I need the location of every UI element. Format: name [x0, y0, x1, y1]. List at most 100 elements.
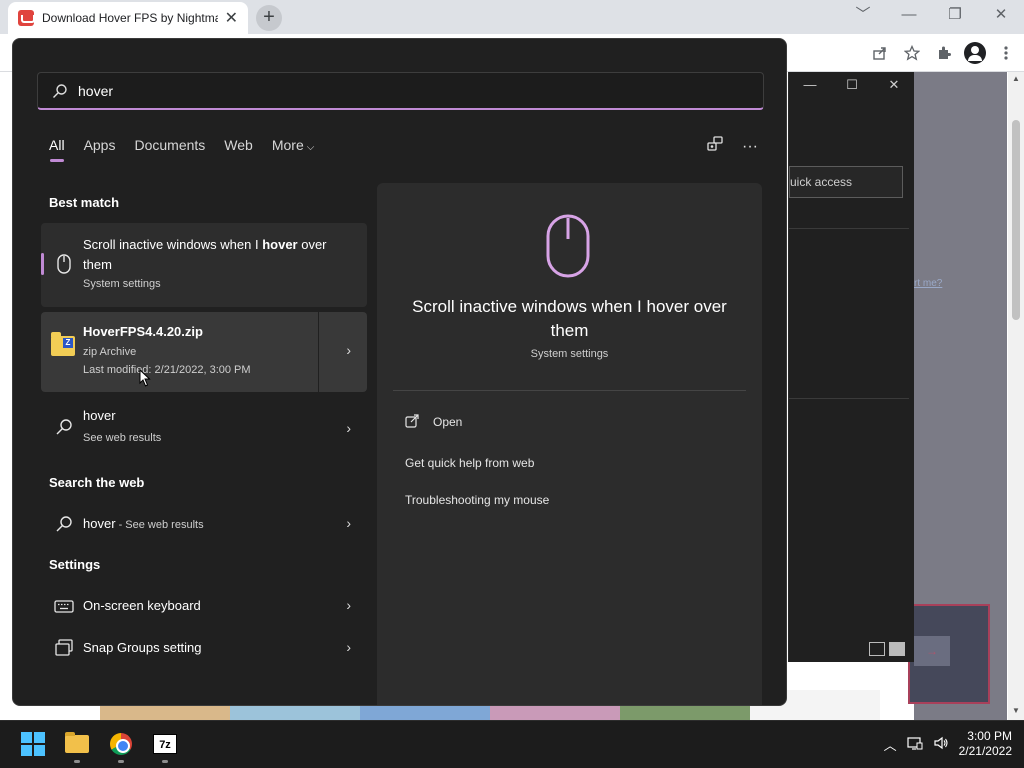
keyboard-result-title: On-screen keyboard — [83, 598, 201, 613]
extensions-icon[interactable] — [932, 41, 956, 65]
snap-groups-icon — [55, 639, 73, 656]
on-screen-keyboard-result[interactable]: On-screen keyboard › — [41, 587, 367, 625]
chevron-right-icon[interactable]: › — [346, 639, 351, 655]
search-flyout: All Apps Documents Web More⌵ ··· Best ma… — [12, 38, 787, 706]
share-screen-icon[interactable] — [706, 135, 724, 158]
keyboard-icon — [54, 600, 74, 613]
browser-window-controls: ﹀ — ❐ ✕ — [840, 0, 1024, 32]
tab-apps[interactable]: Apps — [84, 137, 116, 153]
close-icon[interactable]: ✕ — [873, 72, 915, 100]
scrollbar-thumb[interactable] — [1012, 120, 1020, 320]
zip-file-modified: Last modified: 2/21/2022, 3:00 PM — [83, 364, 251, 376]
more-options-icon[interactable]: ··· — [742, 138, 758, 156]
tab-documents[interactable]: Documents — [134, 137, 205, 153]
file-explorer-window: — ☐ ✕ uick access — [788, 72, 914, 662]
tab-more-label: More — [271, 137, 304, 153]
selection-accent — [41, 253, 44, 275]
web-query: hover — [83, 516, 116, 531]
maximize-icon[interactable]: ☐ — [831, 72, 873, 100]
show-hidden-icons-icon[interactable]: ︿ — [884, 735, 897, 754]
section-best-match: Best match — [49, 195, 120, 210]
mouse-icon — [546, 214, 590, 278]
result-preview-pane: Scroll inactive windows when I hover ove… — [377, 183, 762, 705]
search-input[interactable] — [78, 79, 738, 103]
running-indicator — [162, 760, 168, 763]
explorer-search-box[interactable]: uick access — [789, 166, 903, 198]
page-link-fragment[interactable]: rt me? — [914, 278, 942, 289]
web-result-title: hover - See web results — [83, 514, 204, 535]
minimize-icon[interactable]: — — [886, 0, 932, 32]
7zip-icon: 7z — [153, 734, 177, 754]
minimize-icon[interactable]: — — [789, 72, 831, 100]
snap-groups-result[interactable]: Snap Groups setting › — [41, 629, 367, 667]
clock-time: 3:00 PM — [967, 729, 1012, 743]
tab-title: Download Hover FPS by Nightmare — [42, 11, 218, 25]
title-prefix: Scroll inactive windows when I — [83, 237, 263, 252]
taskbar: 7z ︿ 3:00 PM 2/21/2022 — [0, 720, 1024, 768]
zip-file-result[interactable]: Z HoverFPS4.4.20.zip zip Archive Last mo… — [41, 312, 367, 392]
chevron-right-icon[interactable]: › — [346, 515, 351, 531]
chrome-taskbar-button[interactable] — [106, 729, 136, 763]
tab-search-icon[interactable]: ﹀ — [840, 0, 886, 32]
7zip-taskbar-button[interactable]: 7z — [150, 729, 180, 763]
chrome-menu-icon[interactable] — [994, 41, 1018, 65]
browser-tabstrip: Download Hover FPS by Nightmare ✕ + ﹀ — … — [0, 0, 1024, 34]
web-search-result-2[interactable]: hover - See web results › — [41, 505, 367, 543]
web-result-subtitle: See web results — [83, 432, 162, 444]
flyout-actions: ··· — [706, 135, 758, 158]
share-icon[interactable] — [868, 41, 892, 65]
details-view-icon[interactable] — [869, 642, 885, 656]
search-filter-tabs: All Apps Documents Web More ⌵ — [49, 137, 315, 162]
web-result-title: hover — [83, 408, 116, 423]
search-box[interactable] — [37, 72, 764, 110]
start-button[interactable] — [18, 729, 48, 759]
mouse-icon — [57, 254, 71, 274]
web-search-result[interactable]: hover See web results › — [41, 396, 367, 460]
volume-icon[interactable] — [933, 735, 949, 754]
scroll-up-icon[interactable]: ▲ — [1012, 74, 1020, 83]
divider — [393, 390, 746, 391]
action-troubleshoot[interactable]: Troubleshooting my mouse — [405, 493, 549, 507]
network-icon[interactable] — [907, 735, 923, 754]
file-explorer-taskbar-button[interactable] — [62, 729, 92, 763]
snap-result-title: Snap Groups setting — [83, 640, 202, 655]
best-match-subtitle: System settings — [83, 278, 161, 290]
action-open[interactable]: Open — [433, 415, 462, 429]
chevron-right-icon[interactable]: › — [346, 597, 351, 613]
system-tray: ︿ 3:00 PM 2/21/2022 — [884, 729, 1012, 759]
divider — [789, 398, 909, 399]
running-indicator — [74, 760, 80, 763]
clock[interactable]: 3:00 PM 2/21/2022 — [959, 729, 1012, 759]
chevron-right-icon[interactable]: › — [346, 342, 351, 358]
tiles-view-icon[interactable] — [889, 642, 905, 656]
web-query-suffix: - See web results — [115, 519, 204, 531]
best-match-title: Scroll inactive windows when I hover ove… — [83, 235, 353, 275]
windows-logo-icon — [21, 732, 45, 756]
divider — [318, 312, 319, 392]
action-quick-help[interactable]: Get quick help from web — [405, 456, 534, 470]
close-window-icon[interactable]: ✕ — [978, 0, 1024, 32]
view-toggle — [869, 642, 905, 656]
tab-more[interactable]: More ⌵ — [272, 137, 315, 153]
section-settings: Settings — [49, 557, 101, 572]
browser-tab[interactable]: Download Hover FPS by Nightmare ✕ — [8, 2, 248, 34]
tab-close-icon[interactable]: ✕ — [225, 8, 238, 28]
explorer-window-controls: — ☐ ✕ — [789, 72, 915, 100]
tab-web[interactable]: Web — [224, 137, 253, 153]
folder-icon — [65, 732, 89, 753]
chevron-right-icon[interactable]: › — [346, 420, 351, 436]
preview-title: Scroll inactive windows when I hover ove… — [412, 297, 727, 340]
section-search-the-web: Search the web — [49, 475, 145, 490]
chrome-icon — [110, 733, 132, 755]
restore-icon[interactable]: ❐ — [932, 0, 978, 32]
page-scrollbar[interactable]: ▲ ▼ — [1008, 72, 1024, 720]
tab-all[interactable]: All — [49, 137, 65, 162]
chevron-down-icon: ⌵ — [306, 142, 315, 153]
bookmark-star-icon[interactable] — [900, 41, 924, 65]
scroll-down-icon[interactable]: ▼ — [1012, 706, 1020, 715]
search-icon — [53, 84, 67, 98]
best-match-result[interactable]: Scroll inactive windows when I hover ove… — [41, 223, 367, 307]
banner-arrow[interactable]: → — [914, 636, 950, 666]
new-tab-button[interactable]: + — [256, 5, 282, 31]
profile-avatar-icon[interactable] — [964, 42, 986, 64]
